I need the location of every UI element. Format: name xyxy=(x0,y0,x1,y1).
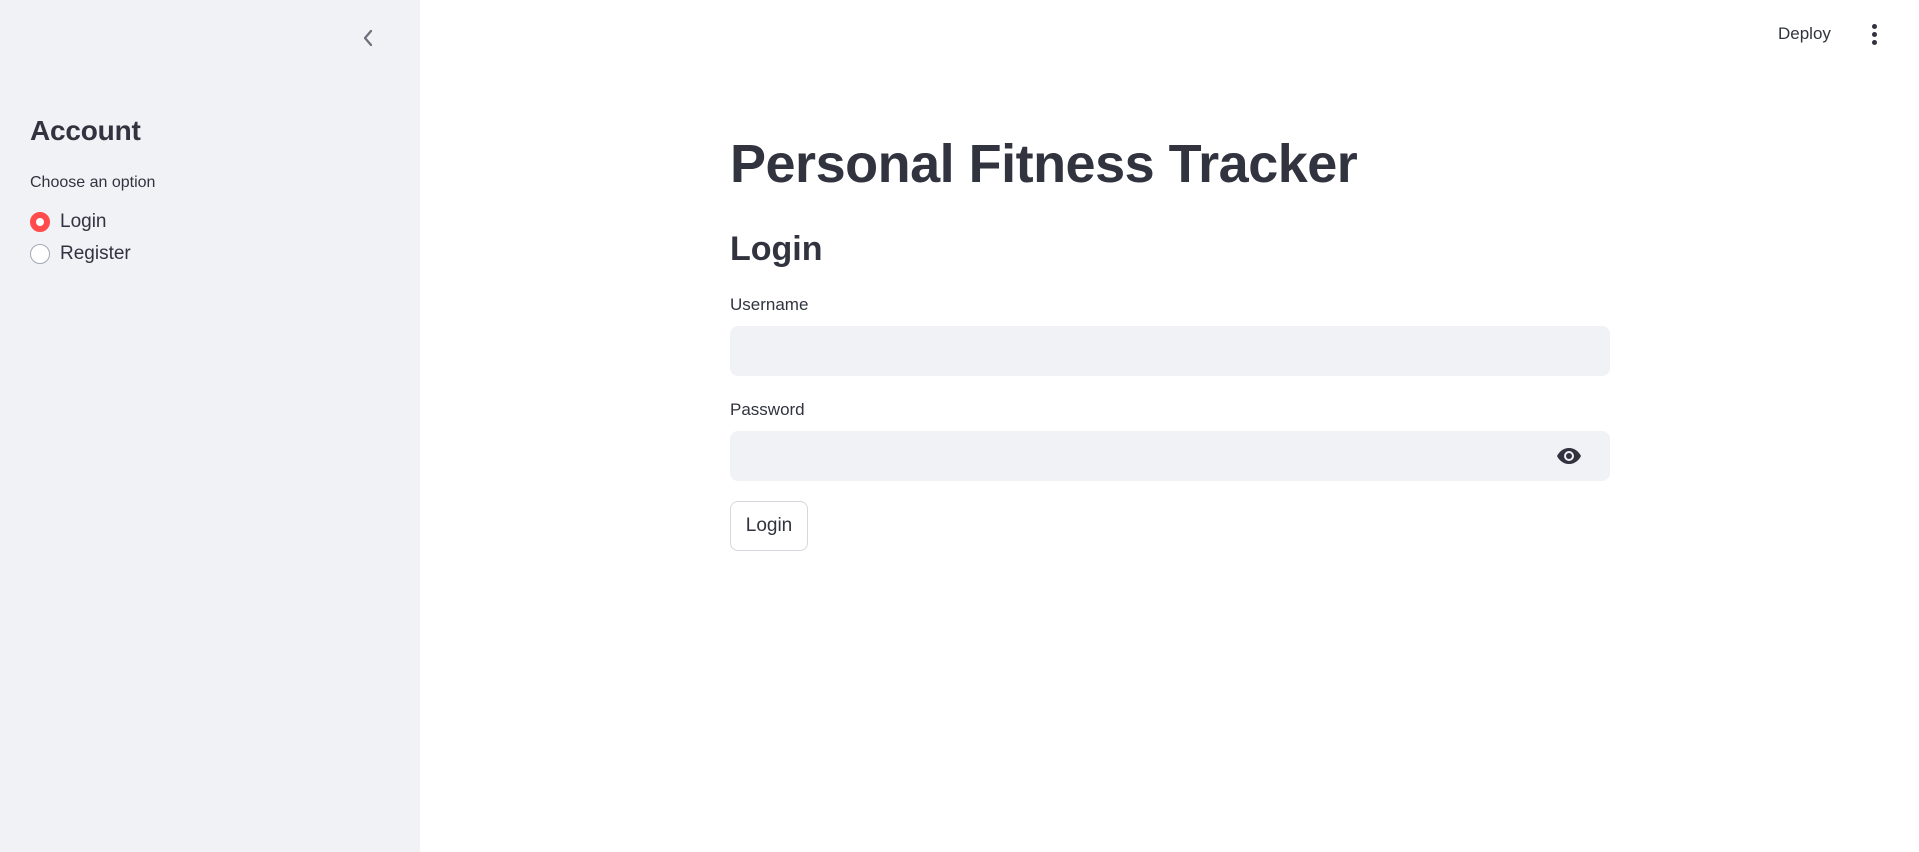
sidebar-title: Account xyxy=(30,115,141,146)
page-title: Personal Fitness Tracker xyxy=(730,134,1358,194)
sidebar: Account Choose an option Login Register xyxy=(0,0,420,852)
username-input[interactable] xyxy=(730,326,1610,376)
username-label: Username xyxy=(730,295,809,314)
more-vertical-icon-dot xyxy=(1871,23,1877,29)
account-option-radio-group: Login Register xyxy=(30,206,131,270)
radio-option-login[interactable]: Login xyxy=(30,206,131,238)
login-submit-button[interactable]: Login xyxy=(730,501,808,551)
section-title: Login xyxy=(730,230,823,268)
sidebar-collapse-button[interactable] xyxy=(356,24,380,52)
password-visibility-toggle[interactable] xyxy=(1554,444,1584,468)
radio-option-login-label: Login xyxy=(60,211,107,232)
radio-option-register-label: Register xyxy=(60,243,131,264)
app-root: Account Choose an option Login Register … xyxy=(0,0,1919,852)
deploy-button[interactable]: Deploy xyxy=(1778,21,1831,47)
radio-group-label: Choose an option xyxy=(30,174,156,191)
more-vertical-icon-dot xyxy=(1871,31,1877,37)
more-vertical-icon-dot xyxy=(1871,39,1877,45)
password-label: Password xyxy=(730,400,805,419)
main-menu-button[interactable] xyxy=(1862,20,1886,48)
radio-selected-dot xyxy=(36,218,44,226)
chevron-left-icon xyxy=(363,29,373,47)
password-input[interactable] xyxy=(730,431,1610,481)
radio-button-login[interactable] xyxy=(30,212,50,232)
radio-button-register[interactable] xyxy=(30,244,50,264)
eye-icon xyxy=(1557,448,1581,464)
radio-option-register[interactable]: Register xyxy=(30,238,131,270)
